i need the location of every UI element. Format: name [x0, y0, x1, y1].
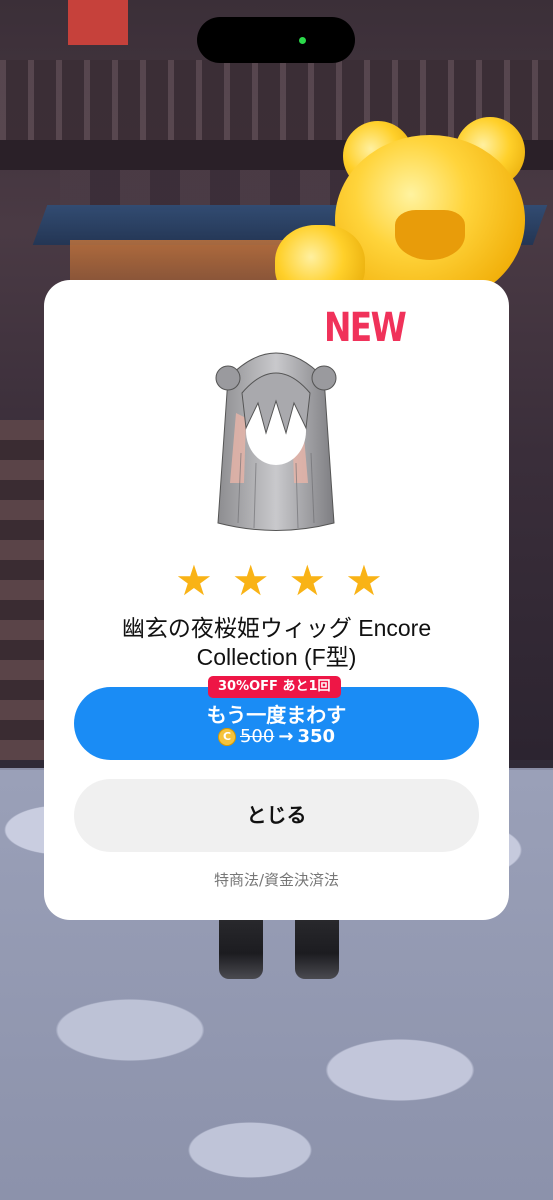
spin-again-label: もう一度まわす [206, 703, 347, 727]
item-title: 幽玄の夜桜姫ウィッグ Encore Collection (F型) [121, 615, 432, 670]
star-icon: ★ [175, 556, 213, 605]
new-price: 350 [297, 726, 336, 747]
old-price: 500 [239, 726, 275, 747]
star-icon: ★ [231, 556, 270, 605]
rarity-stars: ★ ★ ★ ★ [174, 556, 384, 605]
red-lantern [68, 0, 128, 45]
avatar-feet [215, 915, 340, 980]
coin-icon: C [217, 727, 236, 746]
dynamic-island [197, 17, 355, 63]
right-boot [295, 915, 339, 979]
price-row: C 500 → 350 [74, 726, 479, 747]
star-icon: ★ [288, 556, 327, 605]
legal-notice-link[interactable]: 特商法/資金決済法 [74, 869, 479, 890]
star-icon: ★ [345, 556, 383, 605]
wig-item-image [215, 352, 337, 531]
close-button[interactable]: とじる [74, 779, 479, 852]
price-arrow: → [278, 726, 294, 747]
discount-badge: 30%OFF あと1回 [208, 676, 341, 698]
left-boot [219, 915, 263, 979]
camera-indicator-dot [299, 37, 306, 44]
